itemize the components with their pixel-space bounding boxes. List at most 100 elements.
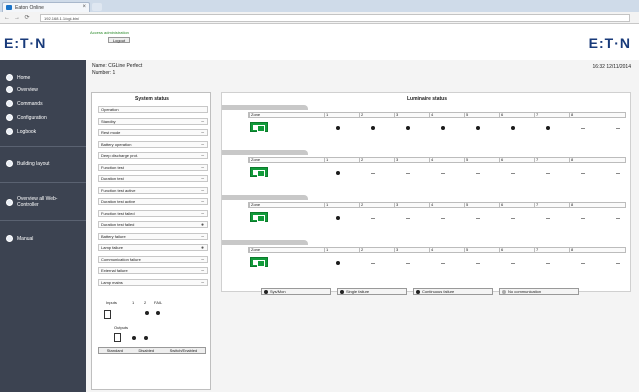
status-dot <box>132 336 136 340</box>
luminaire-column-header: 1 <box>324 112 329 118</box>
sidebar-item-building-layout[interactable]: Building layout <box>6 160 67 167</box>
luminaire-status-dot[interactable] <box>441 126 445 130</box>
logout-button[interactable]: Logout <box>108 37 130 43</box>
legend-item: Single failure <box>337 288 407 295</box>
luminaire-status-dash[interactable] <box>406 218 410 219</box>
circuit-tab[interactable] <box>222 240 308 245</box>
status-row: Function test – <box>98 163 208 171</box>
sidebar-item-label: Overview <box>17 86 38 93</box>
sidebar-item-label: Commands <box>17 100 43 107</box>
sidebar-item-label: Home <box>17 74 31 81</box>
luminaire-status-dash[interactable] <box>616 128 620 129</box>
circuit-tab[interactable] <box>222 195 308 200</box>
new-tab-button[interactable] <box>92 3 102 11</box>
exit-sign-icon[interactable] <box>250 122 268 132</box>
luminaire-status-dash[interactable] <box>441 218 445 219</box>
luminaire-status-dash[interactable] <box>581 218 585 219</box>
luminaire-status-dot[interactable] <box>371 126 375 130</box>
browser-tab[interactable]: Eaton Online × <box>2 2 90 12</box>
sidebar-item-logbook[interactable]: Logbook <box>6 128 36 135</box>
sidebar-item-label: Building layout <box>17 160 50 167</box>
exit-sign-icon[interactable] <box>250 212 268 222</box>
luminaire-column-header: 7 <box>534 157 539 163</box>
sidebar-item-all-controllers[interactable]: Overview all Web-Controller <box>6 196 75 208</box>
luminaire-status-dash[interactable] <box>616 173 620 174</box>
luminaire-status-dash[interactable] <box>441 263 445 264</box>
luminaire-status-dot[interactable] <box>476 126 480 130</box>
luminaire-status-dot[interactable] <box>336 126 340 130</box>
input-icon <box>104 310 111 319</box>
luminaire-status-panel: Luminaire status Zone 1 2 3 4 5 6 7 8 Zone 1 2 3 4 5 6 7… <box>221 92 631 292</box>
luminaire-status-dash[interactable] <box>441 173 445 174</box>
luminaire-status-dash[interactable] <box>406 173 410 174</box>
inputs-label: Inputs <box>106 300 117 305</box>
luminaire-legend: Sys/Mon Single failure Continuous failur… <box>261 288 597 296</box>
luminaire-column-header: 2 <box>359 157 364 163</box>
luminaire-status-dash[interactable] <box>371 263 375 264</box>
reload-button[interactable]: ⟳ <box>23 14 31 22</box>
status-row-label: Deep discharge prot. <box>101 153 139 158</box>
manual-icon <box>6 235 13 242</box>
luminaire-header-row: Zone 1 2 3 4 5 6 7 8 <box>248 247 626 253</box>
system-status-panel: System status Operation Standby – Rest mode… <box>91 92 211 390</box>
luminaire-status-dash[interactable] <box>371 218 375 219</box>
luminaire-status-dot[interactable] <box>546 126 550 130</box>
luminaire-status-dash[interactable] <box>511 218 515 219</box>
luminaire-status-dash[interactable] <box>511 173 515 174</box>
luminaire-status-dash[interactable] <box>476 173 480 174</box>
luminaire-status-dot[interactable] <box>336 171 340 175</box>
exit-sign-icon[interactable] <box>250 257 268 267</box>
configuration-icon <box>6 114 13 121</box>
luminaire-status-dot[interactable] <box>336 216 340 220</box>
luminaire-column-header: 3 <box>394 112 399 118</box>
luminaire-status-dash[interactable] <box>406 263 410 264</box>
luminaire-status-dash[interactable] <box>546 173 550 174</box>
luminaire-header-row: Zone 1 2 3 4 5 6 7 8 <box>248 112 626 118</box>
circuit-tab[interactable] <box>222 150 308 155</box>
luminaire-status-dash[interactable] <box>371 173 375 174</box>
status-row: Rest mode – <box>98 129 208 136</box>
status-row-value: – <box>201 130 204 136</box>
luminaire-status-dot[interactable] <box>511 126 515 130</box>
close-icon[interactable]: × <box>82 4 86 10</box>
luminaire-status-dash[interactable] <box>511 263 515 264</box>
luminaire-column-header: 5 <box>464 247 469 253</box>
status-row: Battery operation – <box>98 140 208 148</box>
luminaire-status-dash[interactable] <box>581 263 585 264</box>
status-dot <box>156 311 160 315</box>
luminaire-status-dash[interactable] <box>581 173 585 174</box>
luminaire-column-header: 7 <box>534 112 539 118</box>
luminaire-status-dash[interactable] <box>546 263 550 264</box>
sidebar-item-home[interactable]: Home <box>6 74 30 81</box>
luminaire-column-header: 7 <box>534 202 539 208</box>
page-header: E:T·N Access administration Logout E:T·N <box>0 24 639 60</box>
luminaire-column-header: 5 <box>464 112 469 118</box>
exit-sign-icon[interactable] <box>250 167 268 177</box>
status-row: Standby – <box>98 117 208 125</box>
sidebar-item-overview[interactable]: Overview <box>6 86 38 93</box>
luminaire-status-dash[interactable] <box>476 263 480 264</box>
luminaire-status-dash[interactable] <box>546 218 550 219</box>
eaton-logo-right: E:T·N <box>588 35 631 51</box>
date-time: 16:32 12/11/2014 <box>592 64 631 70</box>
luminaire-status-dot[interactable] <box>336 261 340 265</box>
status-row: Function test failed – <box>98 209 208 217</box>
sidebar-item-configuration[interactable]: Configuration <box>6 114 47 121</box>
luminaire-status-dot[interactable] <box>406 126 410 130</box>
status-row: Lamp failure ● <box>98 244 208 251</box>
luminaire-status-dash[interactable] <box>616 263 620 264</box>
commands-icon <box>6 100 13 107</box>
luminaire-header-row: Zone 1 2 3 4 5 6 7 8 <box>248 157 626 163</box>
luminaire-status-dash[interactable] <box>581 128 585 129</box>
luminaire-status-dash[interactable] <box>476 218 480 219</box>
luminaire-column-header: 6 <box>499 112 504 118</box>
legend-item: No communication <box>499 288 579 295</box>
back-button[interactable]: ← <box>3 14 11 22</box>
sidebar-item-label: Manual <box>17 235 34 242</box>
forward-button[interactable]: → <box>13 14 21 22</box>
url-input[interactable]: 192.168.1.1/cgi-bin/ <box>40 14 630 22</box>
sidebar-item-commands[interactable]: Commands <box>6 100 43 107</box>
luminaire-status-dash[interactable] <box>616 218 620 219</box>
sidebar-item-manual[interactable]: Manual <box>6 235 33 242</box>
circuit-tab[interactable] <box>222 105 308 110</box>
